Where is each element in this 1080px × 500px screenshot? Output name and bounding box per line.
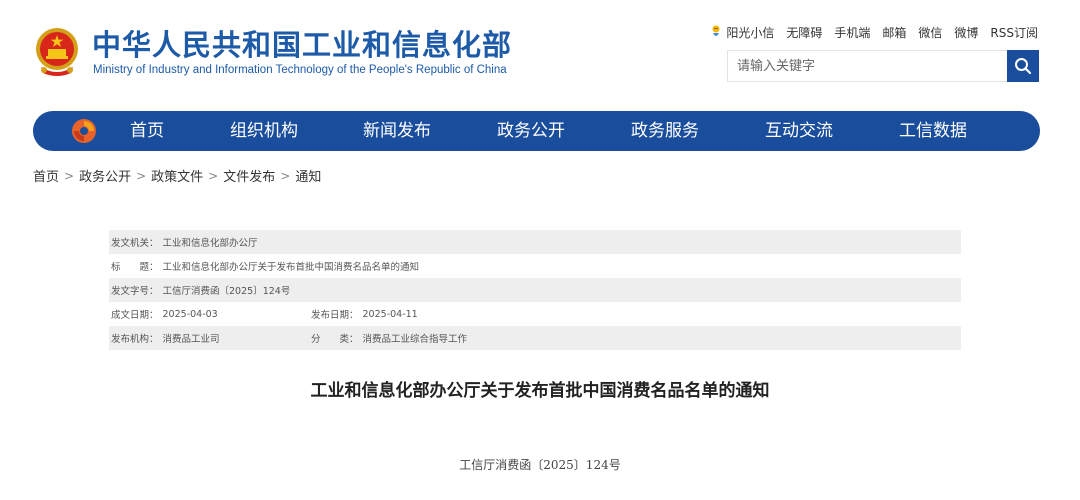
- breadcrumb-notice[interactable]: 通知: [295, 166, 321, 185]
- sunshine-link[interactable]: 阳光小信: [709, 24, 774, 41]
- breadcrumb: 首页 > 政务公开 > 政策文件 > 文件发布 > 通知: [33, 166, 321, 186]
- published-date-value: 2025-04-11: [362, 308, 418, 320]
- breadcrumb-government-affairs[interactable]: 政务公开: [79, 166, 131, 185]
- search-box: [727, 50, 1039, 82]
- created-date-label: 成文日期：: [111, 310, 159, 321]
- nav-item-interaction[interactable]: 互动交流: [765, 111, 833, 151]
- nav-item-data[interactable]: 工信数据: [899, 111, 967, 151]
- mail-link[interactable]: 邮箱: [882, 24, 906, 41]
- top-links: 阳光小信 无障碍 手机端 邮箱 微信 微博 RSS订阅: [709, 23, 1038, 41]
- created-date-value: 2025-04-03: [162, 308, 218, 320]
- breadcrumb-separator: >: [64, 168, 75, 183]
- category-value: 消费品工业综合指导工作: [362, 334, 468, 345]
- breadcrumb-separator: >: [136, 168, 147, 183]
- article-title: 工业和信息化部办公厅关于发布首批中国消费名品名单的通知: [310, 381, 770, 401]
- info-row-agency: 发布机构： 消费品工业司 分 类： 消费品工业综合指导工作: [109, 326, 961, 350]
- national-emblem-icon[interactable]: [33, 27, 81, 77]
- nav-item-government-affairs[interactable]: 政务公开: [497, 111, 565, 151]
- nav-item-organization[interactable]: 组织机构: [230, 111, 298, 151]
- issuer-label: 发文机关：: [111, 238, 159, 249]
- main-nav: 首页 组织机构 新闻发布 政务公开 政务服务 互动交流 工信数据: [33, 111, 1040, 151]
- info-row-doc-number: 发文字号： 工信厅消费函〔2025〕124号: [109, 278, 961, 302]
- weibo-link[interactable]: 微博: [954, 24, 978, 41]
- title-value: 工业和信息化部办公厅关于发布首批中国消费名品名单的通知: [162, 262, 420, 273]
- accessibility-link[interactable]: 无障碍: [786, 24, 822, 41]
- doc-number-label: 发文字号：: [111, 286, 159, 297]
- issuer-value: 工业和信息化部办公厅: [162, 238, 258, 249]
- document-info-table: 发文机关： 工业和信息化部办公厅 标 题： 工业和信息化部办公厅关于发布首批中国…: [109, 230, 961, 350]
- nav-item-news[interactable]: 新闻发布: [363, 111, 431, 151]
- site-title[interactable]: 中华人民共和国工业和信息化部: [92, 28, 512, 62]
- agency-value: 消费品工业司: [162, 334, 220, 345]
- breadcrumb-home[interactable]: 首页: [33, 166, 59, 185]
- info-row-title: 标 题： 工业和信息化部办公厅关于发布首批中国消费名品名单的通知: [109, 254, 961, 278]
- article-doc-number: 工信厅消费函〔2025〕124号: [459, 458, 621, 472]
- miit-logo-icon[interactable]: [71, 118, 97, 144]
- info-row-dates: 成文日期： 2025-04-03 发布日期： 2025-04-11: [109, 302, 961, 326]
- doc-number-value: 工信厅消费函〔2025〕124号: [162, 286, 291, 297]
- search-input[interactable]: [728, 51, 1008, 81]
- nav-item-home[interactable]: 首页: [130, 111, 164, 151]
- agency-label: 发布机构：: [111, 334, 159, 345]
- breadcrumb-separator: >: [208, 168, 219, 183]
- wechat-link[interactable]: 微信: [918, 24, 942, 41]
- search-button[interactable]: [1007, 50, 1039, 82]
- breadcrumb-separator: >: [280, 168, 291, 183]
- nav-item-government-services[interactable]: 政务服务: [631, 111, 699, 151]
- published-date-label: 发布日期：: [311, 310, 359, 321]
- info-row-issuer: 发文机关： 工业和信息化部办公厅: [109, 230, 961, 254]
- rss-link[interactable]: RSS订阅: [990, 24, 1038, 41]
- sunshine-mascot-icon: [712, 25, 720, 36]
- breadcrumb-document-release[interactable]: 文件发布: [223, 166, 275, 185]
- breadcrumb-policy-documents[interactable]: 政策文件: [151, 166, 203, 185]
- sunshine-link-label: 阳光小信: [726, 25, 775, 40]
- mobile-link[interactable]: 手机端: [834, 24, 870, 41]
- category-label: 分 类：: [311, 334, 359, 345]
- title-label: 标 题：: [111, 262, 159, 273]
- site-subtitle: Ministry of Industry and Information Tec…: [93, 64, 507, 76]
- search-icon: [1015, 58, 1032, 75]
